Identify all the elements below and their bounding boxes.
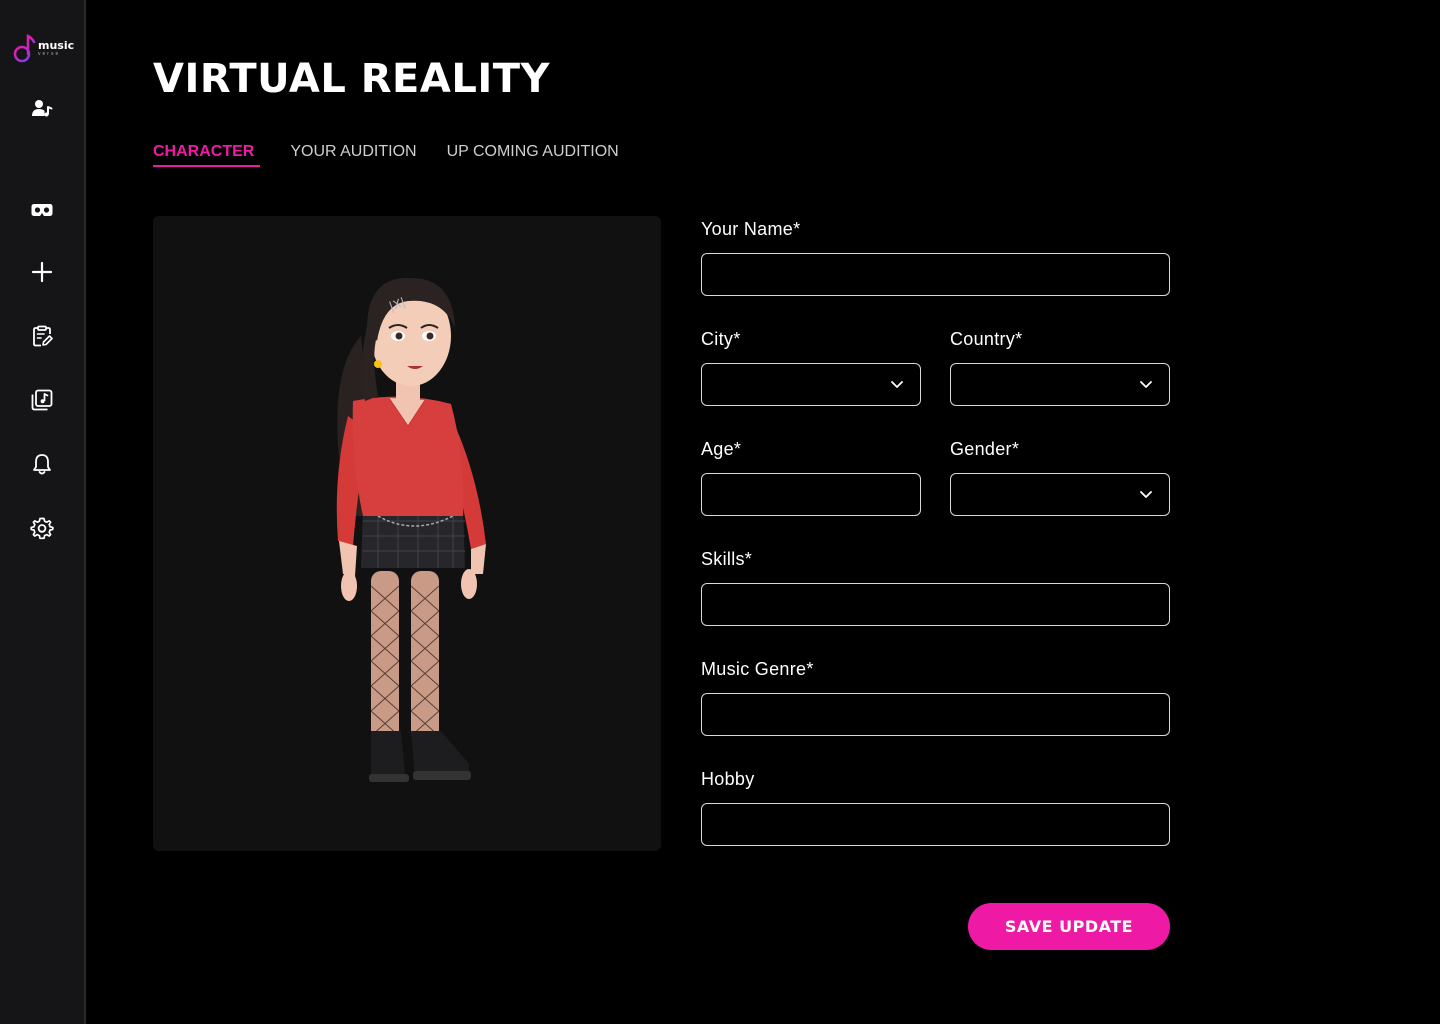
- sidebar: music verse: [0, 0, 86, 1024]
- country-select[interactable]: [950, 363, 1170, 406]
- sidebar-item-add[interactable]: [27, 257, 57, 287]
- clipboard-edit-icon: [33, 325, 53, 347]
- chevron-down-icon: [1140, 381, 1152, 388]
- chevron-down-icon: [891, 381, 903, 388]
- music-note-logo-icon: [13, 33, 36, 63]
- sidebar-item-auditions[interactable]: [27, 321, 57, 351]
- app-logo[interactable]: music verse: [12, 32, 74, 64]
- genre-label: Music Genre*: [701, 659, 814, 679]
- user-music-icon: [32, 100, 53, 117]
- city-select[interactable]: [701, 363, 921, 406]
- sidebar-item-library[interactable]: [27, 385, 57, 415]
- hobby-label: Hobby: [701, 769, 755, 789]
- sidebar-item-vr[interactable]: [27, 195, 57, 225]
- brand-sub: verse: [38, 50, 61, 57]
- avatar-character-image: |X|: [336, 277, 486, 782]
- country-label: Country*: [950, 329, 1023, 349]
- city-select-value: [701, 363, 921, 406]
- plus-icon: [31, 261, 53, 283]
- gender-select-value: [950, 473, 1170, 516]
- chevron-down-icon: [1140, 491, 1152, 498]
- tab-upcoming-audition[interactable]: UP COMING AUDITION: [447, 143, 619, 167]
- sidebar-item-settings[interactable]: [27, 513, 57, 543]
- name-label: Your Name*: [701, 219, 801, 239]
- brand-name: music: [38, 38, 75, 52]
- gender-select[interactable]: [950, 473, 1170, 516]
- vr-headset-icon: [31, 204, 53, 216]
- page-title: VIRTUAL REALITY: [153, 56, 550, 102]
- tab-character[interactable]: CHARACTER: [153, 143, 261, 167]
- age-input[interactable]: [701, 473, 921, 516]
- age-label: Age*: [701, 439, 742, 459]
- skills-label: Skills*: [701, 549, 753, 569]
- genre-input[interactable]: [701, 693, 1170, 736]
- name-input[interactable]: [701, 253, 1170, 296]
- city-label: City*: [701, 329, 741, 349]
- bell-icon: [33, 454, 51, 475]
- tab-your-audition[interactable]: YOUR AUDITION: [290, 143, 416, 167]
- music-library-icon: [31, 389, 53, 411]
- gear-icon: [30, 517, 54, 540]
- sidebar-item-notifications[interactable]: [27, 449, 57, 479]
- avatar-preview-panel[interactable]: |X|: [153, 216, 661, 851]
- gender-label: Gender*: [950, 439, 1020, 459]
- sidebar-item-profile[interactable]: [27, 93, 57, 123]
- skills-input[interactable]: [701, 583, 1170, 626]
- country-select-value: [950, 363, 1170, 406]
- hobby-input[interactable]: [701, 803, 1170, 846]
- tab-bar: CHARACTER YOUR AUDITION UP COMING AUDITI…: [153, 143, 619, 167]
- save-update-button[interactable]: SAVE UPDATE: [968, 903, 1170, 950]
